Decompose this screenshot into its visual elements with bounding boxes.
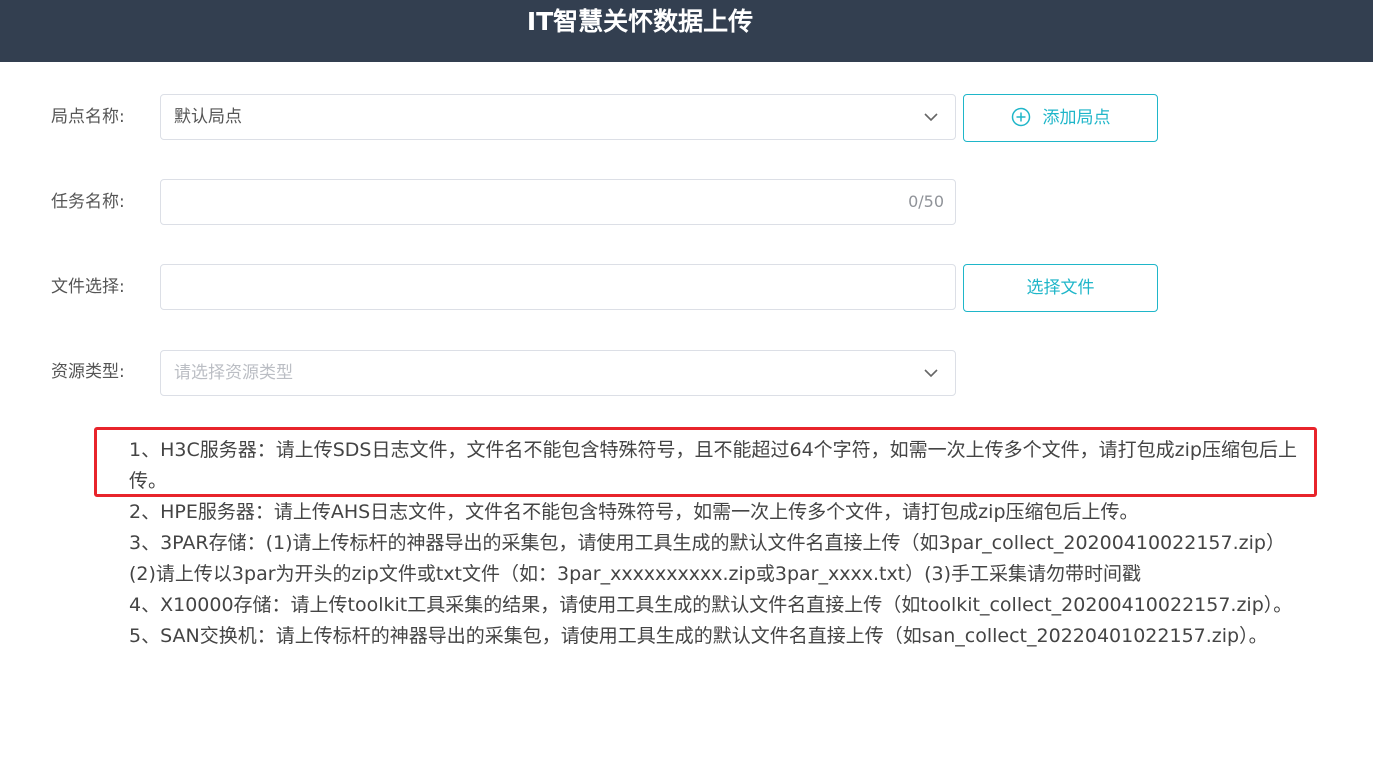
note-item: 3、3PAR存储：(1)请上传标杆的神器导出的采集包，请使用工具生成的默认文件名… xyxy=(129,532,1285,585)
note-item: 4、X10000存储：请上传toolkit工具采集的结果，请使用工具生成的默认文… xyxy=(129,594,1293,616)
resource-type-select[interactable]: 请选择资源类型 xyxy=(160,350,956,396)
chevron-down-icon xyxy=(924,369,938,378)
site-name-select[interactable]: 默认局点 xyxy=(160,94,956,140)
add-site-button[interactable]: 添加局点 xyxy=(963,94,1158,142)
file-path-input[interactable] xyxy=(160,264,956,310)
char-counter: 0/50 xyxy=(908,192,944,211)
file-select-label: 文件选择: xyxy=(51,277,125,297)
page-title: IT智慧关怀数据上传 xyxy=(526,7,754,36)
chevron-down-icon xyxy=(924,113,938,122)
resource-type-placeholder: 请选择资源类型 xyxy=(174,363,293,383)
resource-type-label: 资源类型: xyxy=(51,362,125,382)
highlight-box xyxy=(94,427,1317,497)
add-site-label: 添加局点 xyxy=(1042,108,1111,128)
task-name-label: 任务名称: xyxy=(51,192,125,212)
select-file-button[interactable]: 选择文件 xyxy=(963,264,1158,312)
note-item: 5、SAN交换机：请上传标杆的神器导出的采集包，请使用工具生成的默认文件名直接上… xyxy=(129,625,1268,647)
site-name-label: 局点名称: xyxy=(51,107,125,127)
task-name-input[interactable]: 0/50 xyxy=(160,179,956,225)
site-name-value: 默认局点 xyxy=(174,107,242,127)
note-item: 2、HPE服务器：请上传AHS日志文件，文件名不能包含特殊符号，如需一次上传多个… xyxy=(129,501,1139,523)
page-header: IT智慧关怀数据上传 xyxy=(0,0,1373,62)
circle-plus-icon xyxy=(1011,107,1030,127)
